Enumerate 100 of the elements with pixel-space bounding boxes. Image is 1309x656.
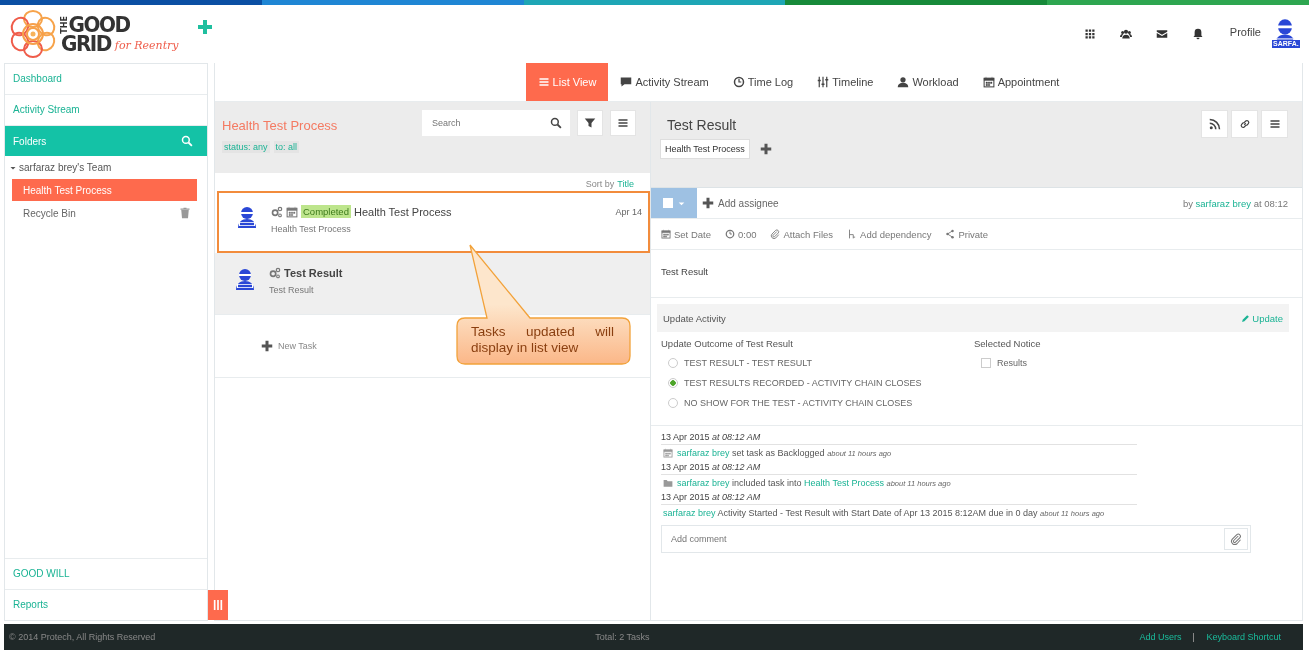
logo-tagline: for Reentry (114, 41, 179, 52)
sidebar-link[interactable]: Reports (5, 589, 207, 620)
link-button[interactable] (1231, 110, 1258, 138)
menu-icon (617, 117, 629, 129)
search-icon (181, 135, 193, 147)
status-dropdown[interactable] (651, 188, 697, 218)
task-title: Test Result (667, 117, 738, 133)
copyright-text: © 2014 Protech, All Rights Reserved (9, 632, 156, 642)
view-tab[interactable]: Appointment (970, 63, 1072, 101)
sort-label: Sort by (585, 179, 615, 191)
task-item[interactable]: Completed Health Test Process Apr 14 Health Test Process (217, 191, 650, 253)
task-subtitle: Test Result (269, 285, 315, 295)
view-tab[interactable]: Workload (885, 63, 971, 101)
link-icon (1238, 118, 1251, 130)
view-tab[interactable]: Time Log (720, 63, 806, 101)
rss-icon (1208, 118, 1221, 130)
add-tag-button[interactable] (759, 143, 772, 155)
apps-grid-icon (1083, 28, 1096, 40)
task-title: Test Result (284, 267, 343, 279)
menu-icon (1268, 118, 1281, 130)
search-box[interactable]: Search (422, 110, 570, 136)
sliders-icon (817, 76, 830, 88)
task-subtitle: Health Test Process (271, 224, 352, 234)
task-action-button[interactable]: 0:00 (724, 228, 757, 240)
chat-icon (620, 76, 633, 88)
task-action-button[interactable]: Private (945, 228, 988, 240)
folder-item[interactable]: Recycle Bin (12, 202, 197, 224)
folder-item[interactable]: Health Test Process (12, 179, 197, 201)
comment-field[interactable]: Add comment (669, 533, 1224, 545)
filter-icon (584, 117, 596, 129)
list-icon (537, 76, 550, 88)
update-title: Update Activity (663, 312, 726, 324)
filter-button[interactable] (577, 110, 603, 136)
new-task-button[interactable]: New Task (261, 340, 317, 352)
checkbox[interactable] (981, 358, 991, 368)
add-button[interactable] (196, 19, 213, 35)
sidebar-link[interactable]: GOOD WILL (5, 558, 207, 589)
columns-icon (213, 599, 223, 611)
option-label: NO SHOW FOR THE TEST - ACTIVITY CHAIN CLOSES (684, 398, 913, 408)
menu-button[interactable] (610, 110, 636, 136)
rss-button[interactable] (1201, 110, 1228, 138)
calendar-icon (661, 229, 671, 239)
branch-icon (847, 229, 858, 239)
log-date: 13 Apr 2015 at 08:12 AM (661, 432, 1137, 445)
log-link[interactable]: Health Test Process (804, 478, 884, 488)
callout-text: Tasks updated will display in list view (471, 324, 614, 356)
trash-icon (179, 207, 191, 219)
panel-toggle-button[interactable] (208, 590, 228, 620)
task-description: Test Result (651, 250, 1302, 298)
calendar-icon (663, 448, 673, 458)
log-date: 13 Apr 2015 at 08:12 AM (661, 462, 1137, 475)
user-link[interactable]: sarfaraz brey (1195, 197, 1251, 209)
clock-icon (732, 76, 745, 88)
option-label: TEST RESULT - TEST RESULT (684, 358, 813, 368)
update-link[interactable]: Update (1241, 312, 1283, 324)
bell-icon (1191, 28, 1204, 40)
task-action-button[interactable]: Attach Files (770, 228, 834, 240)
sort-link[interactable]: Title (617, 179, 634, 191)
mail-icon (1155, 28, 1168, 40)
log-link[interactable]: sarfaraz brey (677, 478, 730, 488)
logo-text: GOOD (68, 14, 130, 35)
plus-icon (702, 197, 714, 209)
radio-button[interactable] (668, 378, 678, 388)
plus-icon (196, 19, 213, 35)
tag-chip[interactable]: Health Test Process (660, 139, 750, 159)
calendar-icon (286, 205, 298, 218)
team-name[interactable]: sarfaraz brey's Team (19, 162, 112, 173)
users-icon (1119, 28, 1132, 40)
plus-icon (261, 340, 273, 352)
view-tab[interactable]: Timeline (805, 63, 886, 101)
log-link[interactable]: sarfaraz brey (677, 448, 730, 458)
author-text: by sarfaraz brey at 08:12 (1182, 197, 1288, 209)
add-assignee-button[interactable]: Add assignee (702, 197, 779, 209)
log-date: 13 Apr 2015 at 08:12 AM (661, 492, 1137, 505)
attach-button[interactable] (1224, 528, 1248, 550)
task-item[interactable]: Test Result Test Result (215, 253, 650, 315)
task-action-button[interactable]: Add dependency (847, 228, 932, 240)
log-link[interactable]: sarfaraz brey (663, 508, 716, 518)
comment-box[interactable]: Add comment (661, 525, 1251, 553)
task-title: Health Test Process (353, 205, 452, 218)
clip-icon (770, 229, 781, 239)
share-icon (945, 229, 956, 239)
logo-text: GRID (61, 33, 111, 54)
folders-title: Folders (13, 135, 47, 147)
notice-label: Selected Notice (974, 338, 1042, 349)
user-avatar-icon (233, 267, 257, 291)
clock-icon (724, 229, 735, 239)
view-tab[interactable]: List View (525, 63, 609, 101)
footer-link[interactable]: Keyboard Shortcut (1206, 632, 1281, 642)
view-tab[interactable]: Activity Stream (608, 63, 721, 101)
sidebar-link[interactable]: Dashboard (5, 64, 207, 95)
footer-link[interactable]: Add Users (1139, 632, 1182, 642)
search-field[interactable]: Search (430, 117, 550, 129)
gears-icon (269, 267, 281, 279)
logo-text: THE (61, 15, 69, 34)
task-action-button[interactable]: Set Date (661, 228, 711, 240)
profile-link[interactable]: Profile (1229, 26, 1261, 38)
calendar-icon (982, 76, 995, 88)
task-date: Apr 14 (615, 206, 642, 217)
menu-button[interactable] (1261, 110, 1288, 138)
